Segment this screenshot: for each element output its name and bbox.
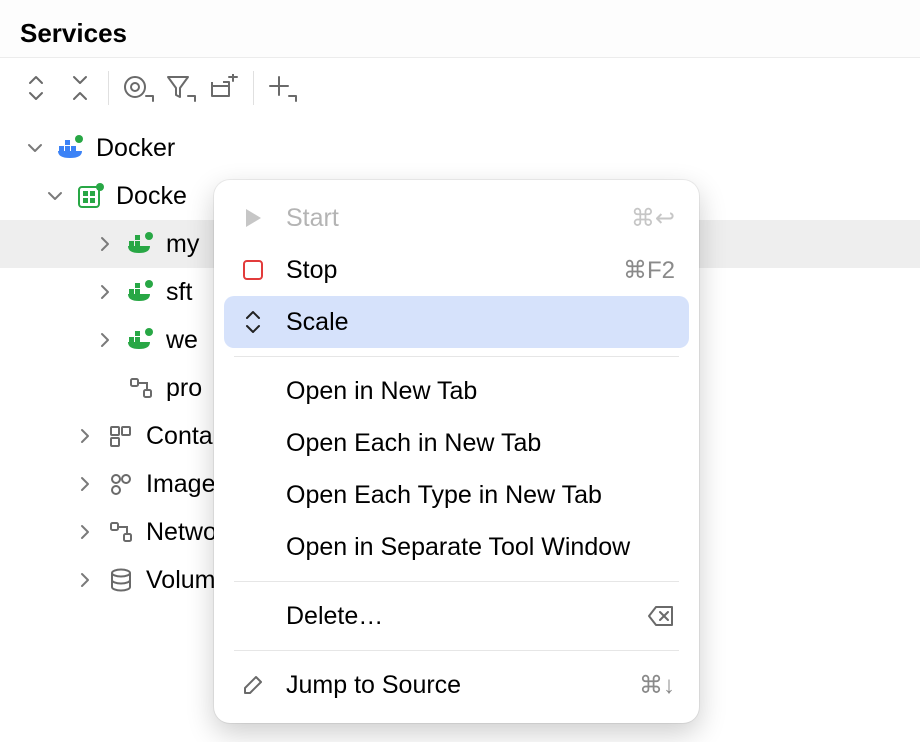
filter-button[interactable] [159,68,203,108]
collapse-all-button[interactable] [58,68,102,108]
icon-placeholder [238,601,268,631]
compose-icon [76,181,106,211]
menu-separator [234,581,679,582]
menu-item-start[interactable]: Start ⌘↩ [224,192,689,244]
icon-placeholder [238,532,268,562]
menu-item-delete[interactable]: Delete… [224,590,689,642]
node-label: my [166,230,199,259]
node-label: Volum [146,566,215,595]
images-icon [106,469,136,499]
chevron-right-icon[interactable] [94,281,116,303]
chevron-right-icon[interactable] [74,425,96,447]
menu-item-scale[interactable]: Scale [224,296,689,348]
menu-item-open-new-tab[interactable]: Open in New Tab [224,365,689,417]
node-label: Docker [96,134,175,163]
menu-shortcut: ⌘F2 [623,256,675,285]
chevron-right-icon[interactable] [94,233,116,255]
icon-placeholder [238,480,268,510]
menu-label: Scale [286,308,675,337]
menu-item-jump-to-source[interactable]: Jump to Source ⌘↓ [224,659,689,711]
menu-label: Start [286,204,631,233]
docker-icon [56,133,86,163]
menu-label: Delete… [286,602,647,631]
node-label: Netwo [146,518,217,547]
context-menu: Start ⌘↩ Stop ⌘F2 Scale Open in New Tab … [214,180,699,723]
expand-all-button[interactable] [14,68,58,108]
toolbar-separator [253,71,254,105]
menu-item-open-each-new-tab[interactable]: Open Each in New Tab [224,417,689,469]
menu-separator [234,356,679,357]
node-label: we [166,326,198,355]
menu-label: Stop [286,256,623,285]
chevron-down-icon[interactable] [24,137,46,159]
service-icon [126,229,156,259]
node-label: pro [166,374,202,403]
chevron-right-icon[interactable] [94,329,116,351]
page-title: Services [20,18,900,49]
menu-item-stop[interactable]: Stop ⌘F2 [224,244,689,296]
toolbar [0,58,920,118]
menu-shortcut: ⌘↩ [631,204,675,233]
chevron-down-icon[interactable] [44,185,66,207]
menu-separator [234,650,679,651]
node-label: Image [146,470,215,499]
menu-item-open-separate-window[interactable]: Open in Separate Tool Window [224,521,689,573]
icon-placeholder [238,428,268,458]
scale-icon [238,307,268,337]
networks-icon [106,517,136,547]
new-window-button[interactable] [203,68,247,108]
toolbar-separator [108,71,109,105]
volumes-icon [106,565,136,595]
network-icon [126,373,156,403]
show-options-button[interactable] [115,68,159,108]
menu-label: Open Each in New Tab [286,429,675,458]
tree-node-docker[interactable]: Docker [0,124,920,172]
node-label: Conta [146,422,213,451]
add-button[interactable] [260,68,304,108]
stop-icon [238,255,268,285]
menu-shortcut: ⌘↓ [639,671,675,700]
delete-icon [647,605,675,627]
chevron-right-icon[interactable] [74,473,96,495]
chevron-right-icon[interactable] [74,521,96,543]
menu-item-open-each-type-new-tab[interactable]: Open Each Type in New Tab [224,469,689,521]
service-icon [126,325,156,355]
menu-label: Open in Separate Tool Window [286,533,675,562]
icon-placeholder [238,376,268,406]
play-icon [238,203,268,233]
node-label: sft [166,278,192,307]
menu-label: Open in New Tab [286,377,675,406]
pencil-icon [238,670,268,700]
containers-icon [106,421,136,451]
menu-label: Open Each Type in New Tab [286,481,675,510]
menu-label: Jump to Source [286,671,639,700]
service-icon [126,277,156,307]
chevron-right-icon[interactable] [74,569,96,591]
node-label: Docke [116,182,187,211]
